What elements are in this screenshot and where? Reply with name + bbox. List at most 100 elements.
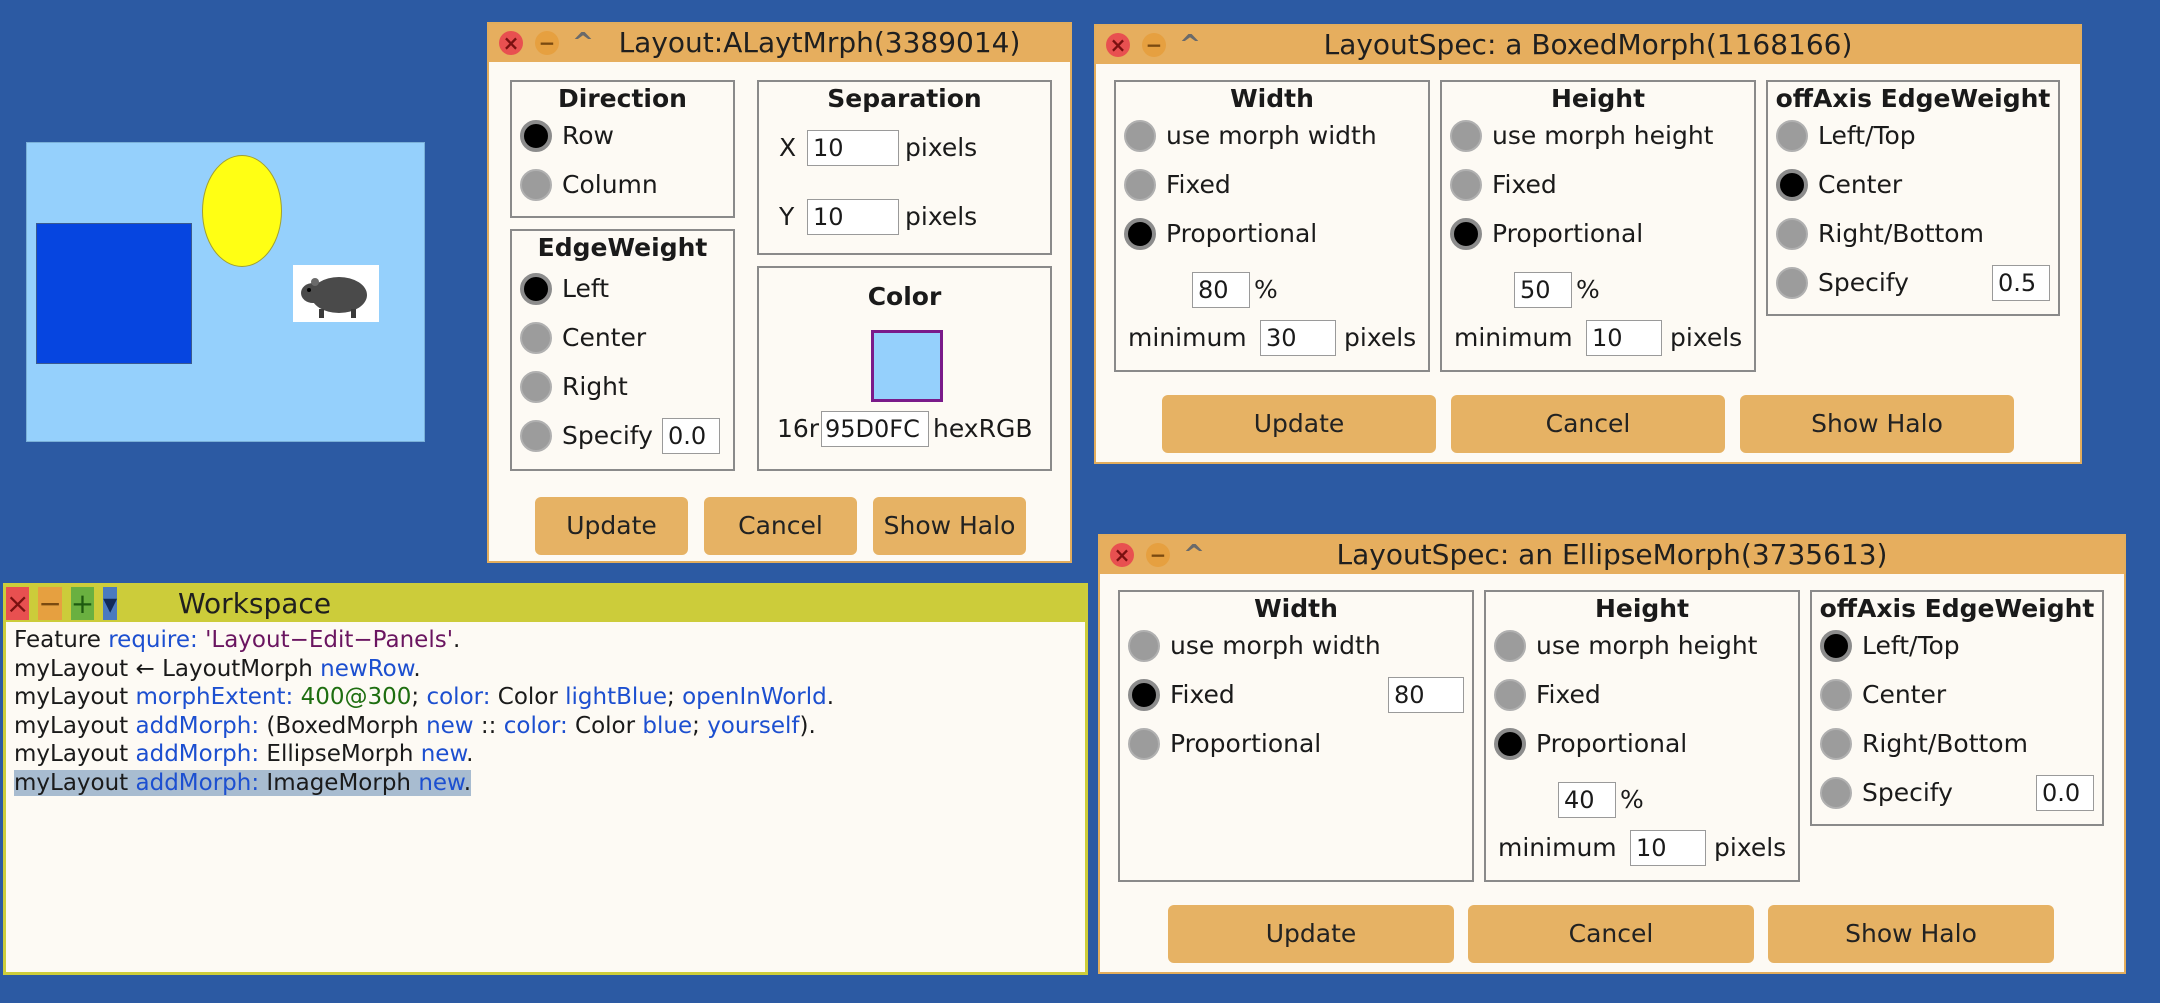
window-title-bar[interactable]: × − ^ LayoutSpec: an EllipseMorph(373561… [1100,536,2124,574]
option-label: Fixed [1492,170,1557,199]
group-heading: Width [1230,84,1314,113]
update-button[interactable]: Update [1168,905,1454,963]
window-title-bar[interactable]: × − + ▾ Workspace [6,586,1085,622]
percent-sign: % [1620,785,1644,814]
code-token: addMorph: [135,712,267,739]
close-icon[interactable]: × [6,587,30,620]
radio-fixed[interactable] [1494,679,1526,711]
close-icon[interactable]: × [499,31,523,55]
code-line[interactable]: myLayout addMorph: (BoxedMorph new :: co… [14,712,834,741]
radio-row[interactable] [520,120,552,152]
code-token: myLayout [14,712,136,739]
radio-right-bottom[interactable] [1776,218,1808,250]
update-button[interactable]: Update [1162,395,1436,453]
radio-fixed[interactable] [1450,169,1482,201]
percent-field[interactable]: 80 [1192,272,1250,308]
cancel-button[interactable]: Cancel [1451,395,1725,453]
code-token: addMorph: [135,769,267,796]
cancel-button[interactable]: Cancel [704,497,857,555]
workspace-window[interactable]: × − + ▾ Workspace Feature require: 'Layo… [3,583,1088,975]
radio-right[interactable] [520,371,552,403]
radio-use-morph-height[interactable] [1494,630,1526,662]
cancel-button[interactable]: Cancel [1468,905,1754,963]
x-separation-field[interactable]: 10 [807,130,899,166]
close-icon[interactable]: × [1110,543,1134,567]
specify-field[interactable]: 0.0 [2036,775,2094,811]
radio-center[interactable] [1820,679,1852,711]
boxed-layoutspec-window[interactable]: × − ^ LayoutSpec: a BoxedMorph(1168166) … [1094,24,2082,464]
ellipse-morph[interactable] [202,155,282,267]
radio-proportional[interactable] [1494,728,1526,760]
minimize-icon[interactable]: − [1146,543,1170,567]
code-token: myLayout ← LayoutMorph [14,655,321,682]
show-halo-button[interactable]: Show Halo [873,497,1026,555]
radio-left-top[interactable] [1820,630,1852,662]
code-token: (BoxedMorph [266,712,427,739]
window-title-bar[interactable]: × − ^ LayoutSpec: a BoxedMorph(1168166) [1096,26,2080,64]
minimum-field[interactable]: 10 [1586,320,1662,356]
group-heading: Width [1254,594,1338,623]
radio-right-bottom[interactable] [1820,728,1852,760]
radio-specify[interactable] [1776,267,1808,299]
collapse-icon[interactable]: ^ [1178,32,1202,58]
radio-left-top[interactable] [1776,120,1808,152]
window-title-bar[interactable]: × − ^ Layout:ALaytMrph(3389014) [489,24,1070,62]
color-swatch[interactable] [871,330,943,402]
fixed-width-field[interactable]: 80 [1388,677,1464,713]
specify-field[interactable]: 0.5 [1992,265,2050,301]
close-icon[interactable]: × [1106,33,1130,57]
radio-center[interactable] [520,322,552,354]
radio-use-morph-width[interactable] [1128,630,1160,662]
height-group: Height use morph height Fixed Proportion… [1440,80,1756,372]
percent-field[interactable]: 50 [1514,272,1572,308]
show-halo-button[interactable]: Show Halo [1768,905,2054,963]
x-label: X [779,133,797,162]
minimum-field[interactable]: 10 [1630,830,1706,866]
radio-column[interactable] [520,169,552,201]
radio-proportional[interactable] [1124,218,1156,250]
layout-window[interactable]: × − ^ Layout:ALaytMrph(3389014) Directio… [487,22,1072,563]
y-label: Y [779,202,795,231]
code-line[interactable]: Feature require: 'Layout−Edit−Panels'. [14,626,834,655]
code-token: lightBlue [565,684,668,710]
minimum-label: minimum [1498,833,1617,862]
code-line[interactable]: myLayout addMorph: ImageMorph new. [14,769,834,798]
boxed-morph[interactable] [36,223,192,364]
radio-proportional[interactable] [1450,218,1482,250]
y-separation-field[interactable]: 10 [807,199,899,235]
code-token: ; [692,712,708,739]
code-line[interactable]: myLayout ← LayoutMorph newRow. [14,655,834,684]
radio-left[interactable] [520,273,552,305]
minimize-icon[interactable]: − [535,31,559,55]
minimize-icon[interactable]: − [1142,33,1166,57]
specify-field[interactable]: 0.0 [662,418,720,454]
radio-proportional[interactable] [1128,728,1160,760]
minimize-icon[interactable]: − [38,587,62,620]
show-halo-button[interactable]: Show Halo [1740,395,2014,453]
grow-icon[interactable]: + [70,587,95,620]
update-button[interactable]: Update [535,497,688,555]
radio-use-morph-width[interactable] [1124,120,1156,152]
code-token: Color [497,684,566,710]
menu-icon[interactable]: ▾ [103,587,118,620]
code-line[interactable]: myLayout morphExtent: 400@300; color: Co… [14,683,834,712]
image-morph[interactable] [293,265,379,322]
radio-fixed[interactable] [1128,679,1160,711]
ellipse-layoutspec-window[interactable]: × − ^ LayoutSpec: an EllipseMorph(373561… [1098,534,2126,974]
radio-specify[interactable] [520,420,552,452]
collapse-icon[interactable]: ^ [571,30,595,56]
group-heading: offAxis EdgeWeight [1819,594,2095,623]
radio-center[interactable] [1776,169,1808,201]
radio-specify[interactable] [1820,777,1852,809]
unit-label: pixels [1714,833,1787,862]
layout-morph-preview[interactable] [26,142,425,442]
code-line[interactable]: myLayout addMorph: EllipseMorph new. [14,740,834,769]
workspace-code-editor[interactable]: Feature require: 'Layout−Edit−Panels'. my… [14,626,834,797]
radio-fixed[interactable] [1124,169,1156,201]
collapse-icon[interactable]: ^ [1182,542,1206,568]
color-hex-field[interactable]: 95D0FC [821,411,929,447]
option-label: Center [1862,680,1947,709]
minimum-field[interactable]: 30 [1260,320,1336,356]
radio-use-morph-height[interactable] [1450,120,1482,152]
percent-field[interactable]: 40 [1558,782,1616,818]
